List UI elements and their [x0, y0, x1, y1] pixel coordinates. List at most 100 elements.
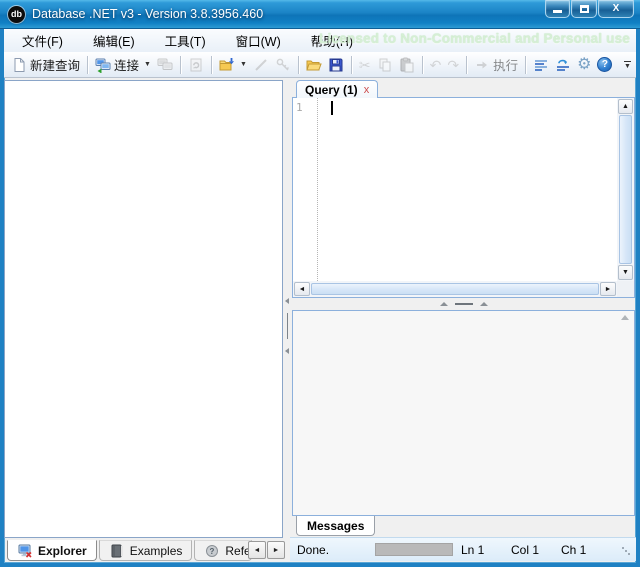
format-sql-icon [555, 57, 571, 73]
messages-tab-label: Messages [307, 519, 364, 533]
format-sql-button[interactable] [552, 54, 574, 76]
menu-item-tools[interactable]: 工具(T) [153, 30, 218, 51]
status-message: Done. [297, 543, 329, 557]
scissors-icon: ✂ [359, 58, 371, 72]
password-button[interactable] [272, 54, 294, 76]
copy-pages-icon [377, 57, 393, 73]
messages-panel[interactable] [292, 310, 635, 516]
scroll-up-button[interactable]: ▲ [618, 99, 633, 114]
save-button[interactable] [325, 54, 347, 76]
vertical-splitter[interactable] [283, 80, 292, 538]
tab-scroll-buttons: ◄ ► [248, 541, 285, 559]
collapse-up-icon [440, 302, 448, 306]
toolbar-separator [466, 56, 467, 74]
open-database-button[interactable]: ▼ [216, 54, 250, 76]
tab-reference[interactable]: ? Refe [194, 540, 252, 561]
examples-tab-label: Examples [130, 544, 183, 558]
app-window: db Database .NET v3 - Version 3.8.3956.4… [0, 0, 640, 567]
menu-item-edit[interactable]: 编辑(E) [81, 30, 147, 51]
editor-text-area[interactable] [319, 98, 617, 281]
tab-explorer[interactable]: Explorer [7, 540, 97, 561]
refresh-button[interactable] [185, 54, 207, 76]
undo-button[interactable]: ↶ [427, 54, 445, 76]
overflow-bar-icon [624, 61, 631, 62]
format-lines-icon [533, 57, 549, 73]
horizontal-splitter[interactable] [292, 298, 635, 310]
pencil-line-icon [253, 57, 269, 73]
execute-button[interactable]: 执行 [471, 54, 521, 76]
tab-scroll-left-button[interactable]: ◄ [248, 541, 266, 559]
refresh-icon [188, 57, 204, 73]
clipboard-icon [399, 57, 415, 73]
paste-button[interactable] [396, 54, 418, 76]
chevron-down-icon: ▼ [144, 61, 151, 68]
format-lines-button[interactable] [530, 54, 552, 76]
collapse-left-icon [285, 298, 289, 304]
svg-text:?: ? [210, 547, 215, 556]
redo-arrow-icon: ↷ [447, 58, 459, 72]
disconnect-button[interactable] [154, 54, 176, 76]
resize-grip[interactable] [622, 547, 624, 549]
connect-label: 连接 [114, 55, 139, 74]
title-bar[interactable]: db Database .NET v3 - Version 3.8.3956.4… [0, 0, 640, 29]
menu-bar: 文件(F) 编辑(E) 工具(T) 窗口(W) 帮助(H) Licensed t… [4, 29, 636, 52]
examples-book-icon [109, 543, 125, 559]
undo-arrow-icon: ↶ [430, 58, 442, 72]
tab-query[interactable]: Query (1) x [296, 80, 378, 98]
editor-horizontal-scrollbar[interactable]: ◄ ► [293, 281, 617, 297]
editor-vertical-scrollbar[interactable]: ▲ ▼ [617, 98, 634, 281]
horizontal-scroll-thumb[interactable] [311, 283, 599, 295]
minimize-icon [553, 10, 562, 13]
explorer-tree-panel[interactable] [4, 80, 283, 538]
fold-margin [308, 98, 318, 281]
line-number-gutter: 1 [293, 98, 308, 281]
toolbar-separator [298, 56, 299, 74]
status-char: Ch 1 [561, 543, 586, 557]
scroll-hint-icon [621, 315, 629, 320]
new-document-icon [11, 57, 27, 73]
redo-button[interactable]: ↷ [444, 54, 462, 76]
scroll-left-button[interactable]: ◄ [294, 282, 310, 296]
toolbar-separator [351, 56, 352, 74]
connect-button[interactable]: 连接 ▼ [92, 54, 154, 76]
tab-examples[interactable]: Examples [99, 540, 193, 561]
splitter-grip [455, 303, 473, 305]
help-icon: ? [597, 57, 612, 72]
maximize-button[interactable] [571, 0, 597, 18]
close-tab-icon[interactable]: x [364, 84, 370, 96]
settings-button[interactable]: ⚙ [574, 54, 594, 76]
menu-item-file[interactable]: 文件(F) [10, 30, 75, 51]
left-tab-strip: Explorer Examples ? Refe ◄ ► [4, 540, 285, 562]
maximize-icon [580, 5, 589, 13]
scroll-right-button[interactable]: ► [600, 282, 616, 296]
new-query-button[interactable]: 新建查询 [8, 54, 83, 76]
tab-messages[interactable]: Messages [296, 516, 375, 536]
execute-arrow-icon [474, 57, 490, 73]
progress-bar [375, 543, 453, 556]
copy-button[interactable] [374, 54, 396, 76]
splitter-grip [287, 313, 288, 339]
close-icon: X [613, 3, 620, 14]
scroll-down-button[interactable]: ▼ [618, 265, 633, 280]
menu-item-window[interactable]: 窗口(W) [224, 30, 293, 51]
open-folder-icon [306, 57, 322, 73]
new-query-label: 新建查询 [30, 55, 80, 74]
open-file-button[interactable] [303, 54, 325, 76]
status-column: Col 1 [511, 543, 539, 557]
vertical-scroll-thumb[interactable] [619, 115, 632, 264]
tab-scroll-right-button[interactable]: ► [267, 541, 285, 559]
edit-connection-button[interactable] [250, 54, 272, 76]
help-button[interactable]: ? [594, 54, 615, 76]
save-floppy-icon [328, 57, 344, 73]
cut-button[interactable]: ✂ [356, 54, 374, 76]
line-number: 1 [296, 101, 303, 114]
toolbar: 新建查询 连接 ▼ ▼ [4, 52, 636, 78]
close-button[interactable]: X [598, 0, 634, 18]
splitter-collapse-handle[interactable] [285, 298, 289, 354]
minimize-button[interactable] [545, 0, 570, 18]
toolbar-overflow-button[interactable]: ▼ [621, 56, 634, 74]
status-line: Ln 1 [461, 543, 484, 557]
toolbar-separator [211, 56, 212, 74]
folder-down-arrow-icon [219, 57, 235, 73]
connect-icon [95, 57, 111, 73]
